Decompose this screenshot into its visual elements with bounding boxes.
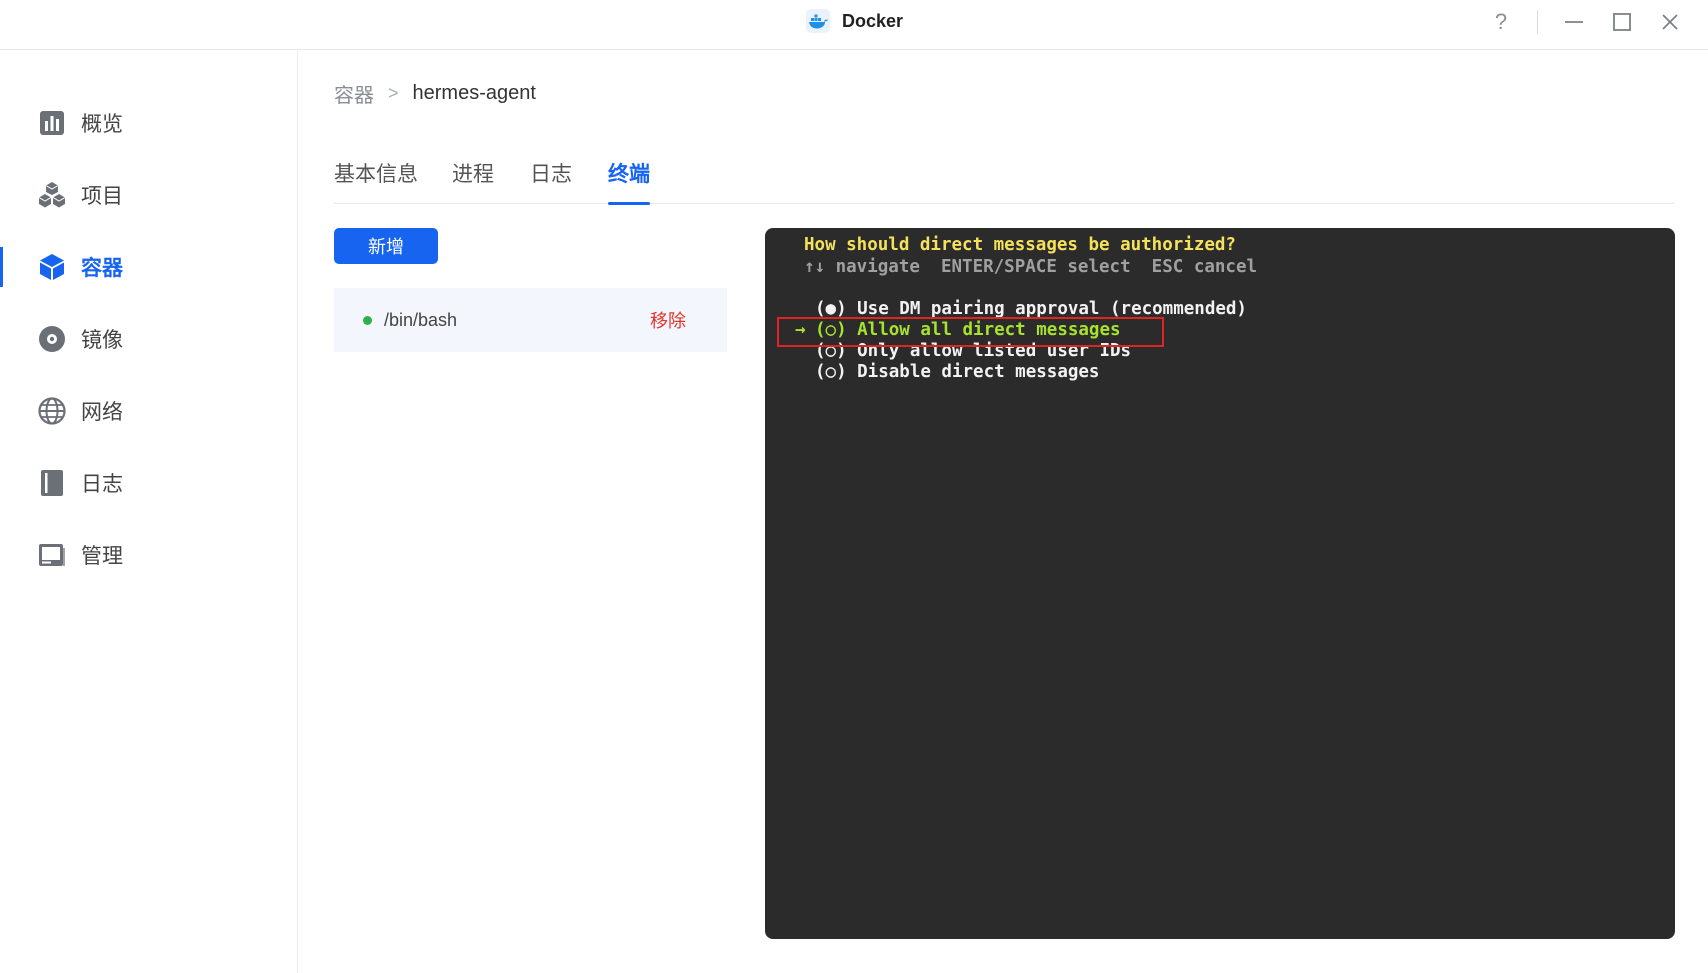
help-icon: ? (1494, 9, 1508, 34)
main-content: 容器 > hermes-agent 基本信息 进程 日志 终端 新增 /bin/… (298, 50, 1708, 973)
sidebar-item-network[interactable]: 网络 (0, 385, 297, 437)
session-label: /bin/bash (384, 309, 458, 330)
sidebar-item-overview[interactable]: 概览 (0, 97, 297, 149)
sidebar-item-label: 日志 (81, 473, 123, 496)
help-button[interactable]: ? (1484, 5, 1518, 39)
sidebar-item-label: 项目 (81, 185, 123, 208)
container-icon (38, 253, 66, 281)
bar-chart-icon (38, 109, 66, 137)
sidebar-item-manage[interactable]: 管理 (0, 529, 297, 581)
close-icon (1662, 14, 1678, 30)
sidebar-item-containers[interactable]: 容器 (0, 241, 297, 293)
globe-icon (38, 397, 66, 425)
terminal-hint: ↑↓ navigate ENTER/SPACE select ESC cance… (804, 257, 1258, 277)
terminal-prompt: How should direct messages be authorized… (804, 235, 1236, 255)
tab-logs[interactable]: 日志 (530, 158, 572, 204)
app-title: Docker (806, 8, 903, 34)
tab-processes[interactable]: 进程 (452, 158, 494, 204)
sidebar-item-projects[interactable]: 项目 (0, 169, 297, 221)
sidebar-item-logs[interactable]: 日志 (0, 457, 297, 509)
sidebar-item-images[interactable]: 镜像 (0, 313, 297, 365)
docker-window: Docker ? 概览 项目 容器 镜像 网络 日志 管理 容器 > herme… (0, 0, 1708, 973)
sidebar-item-label: 管理 (81, 545, 123, 568)
session-status-dot (363, 315, 372, 325)
maximize-icon (1613, 13, 1631, 31)
terminal-session-item[interactable]: /bin/bash 移除 (334, 288, 727, 352)
window-title: Docker (842, 10, 904, 31)
terminal-option[interactable]: (●) Use DM pairing approval (recommended… (815, 298, 1247, 321)
sidebar-item-label: 容器 (81, 257, 123, 280)
breadcrumb-current: hermes-agent (412, 81, 536, 104)
disc-icon (38, 325, 66, 353)
terminal-panel[interactable]: How should direct messages be authorized… (765, 228, 1675, 939)
terminal-option-selected[interactable]: (○) Allow all direct messages (815, 319, 1121, 342)
sidebar: 概览 项目 容器 镜像 网络 日志 管理 (0, 50, 298, 973)
book-icon (38, 469, 66, 497)
tab-bar: 基本信息 进程 日志 终端 (334, 150, 1674, 205)
close-button[interactable] (1653, 5, 1687, 39)
title-bar: Docker ? (0, 0, 1708, 50)
title-divider (1537, 10, 1538, 34)
selection-arrow-icon: → (795, 320, 806, 340)
add-session-button[interactable]: 新增 (334, 228, 438, 264)
cubes-icon (38, 181, 66, 209)
sidebar-item-label: 网络 (81, 401, 123, 424)
terminal-option[interactable]: (○) Disable direct messages (815, 361, 1099, 384)
breadcrumb-parent-link[interactable]: 容器 (334, 79, 374, 108)
docker-logo-icon (806, 9, 830, 33)
terminal-option[interactable]: (○) Only allow listed user IDs (815, 340, 1131, 363)
breadcrumb-separator: > (388, 82, 399, 103)
manage-icon (38, 541, 66, 569)
minimize-icon (1565, 21, 1583, 23)
tab-terminal[interactable]: 终端 (608, 158, 650, 205)
minimize-button[interactable] (1557, 5, 1591, 39)
maximize-button[interactable] (1605, 5, 1639, 39)
sidebar-item-label: 镜像 (81, 329, 123, 352)
breadcrumb: 容器 > hermes-agent (334, 78, 536, 108)
sidebar-item-label: 概览 (81, 113, 123, 136)
remove-session-button[interactable]: 移除 (650, 307, 686, 333)
tab-basic-info[interactable]: 基本信息 (334, 158, 418, 204)
